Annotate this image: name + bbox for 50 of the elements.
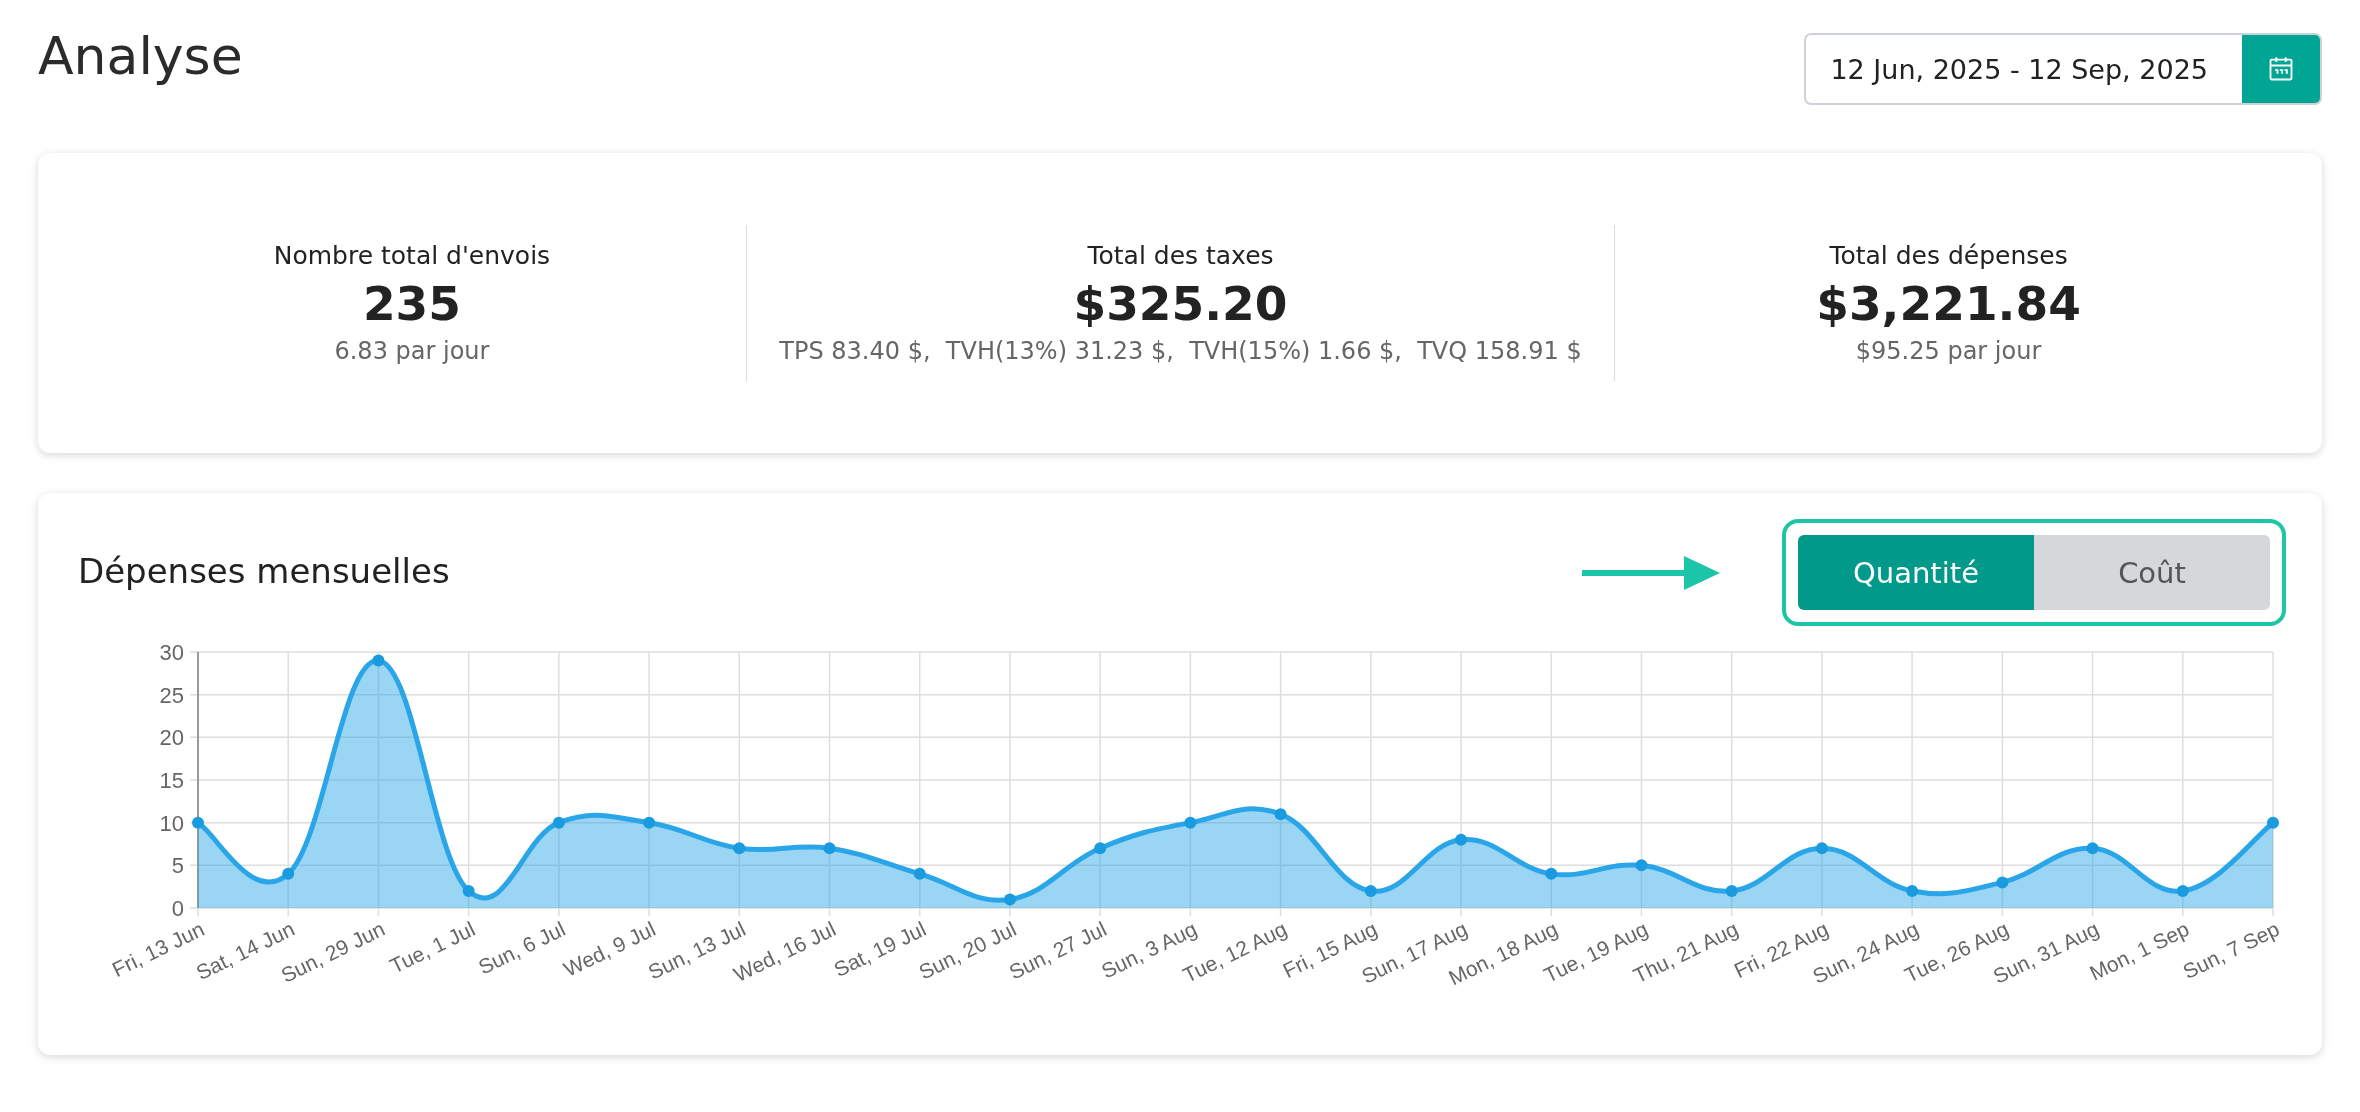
data-point <box>1364 884 1377 897</box>
data-point <box>2086 842 2099 855</box>
y-axis-label: 5 <box>171 853 184 879</box>
data-point <box>1274 808 1287 821</box>
toggle-button[interactable]: Coût <box>2034 535 2270 610</box>
y-axis-label: 30 <box>159 640 184 665</box>
x-axis-label: Tue, 1 Jul <box>386 916 479 978</box>
data-point <box>1545 867 1558 880</box>
calendar-button[interactable] <box>2242 35 2320 103</box>
y-axis-label: 20 <box>159 725 184 751</box>
stat-subtext: TPS 83.40 $, TVH(13%) 31.23 $, TVH(15%) 1.66 $, TVQ 158.91 $ <box>779 337 1582 365</box>
stat-subtext: $95.25 par jour <box>1855 337 2042 365</box>
data-point <box>1725 884 1738 897</box>
data-point <box>1094 842 1107 855</box>
data-point <box>462 884 475 897</box>
stat-value: $325.20 <box>1073 276 1288 331</box>
data-point <box>1455 833 1468 846</box>
y-axis-label: 15 <box>159 768 184 793</box>
data-point <box>2267 816 2279 829</box>
data-point <box>1815 842 1828 855</box>
stat-label: Total des dépenses <box>1829 241 2068 270</box>
toggle-button[interactable]: Quantité <box>1798 535 2034 610</box>
data-point <box>2176 884 2189 897</box>
calendar-icon <box>2267 55 2295 83</box>
stat-value: 235 <box>362 276 461 331</box>
data-point <box>1003 893 1016 906</box>
data-point <box>823 842 836 855</box>
y-axis-label: 0 <box>171 896 184 921</box>
data-point <box>733 842 746 855</box>
arrow-icon <box>1582 555 1720 590</box>
data-point <box>1996 876 2009 889</box>
data-point <box>552 816 565 829</box>
stat-label: Total des taxes <box>1087 241 1274 270</box>
data-point <box>372 654 385 667</box>
stat-value: $3,221.84 <box>1816 276 2081 331</box>
stat-subtext: 6.83 par jour <box>334 337 490 365</box>
page-title: Analyse <box>38 26 243 86</box>
y-axis-label: 10 <box>159 810 184 836</box>
data-point <box>192 816 204 829</box>
data-point <box>643 816 656 829</box>
data-point <box>1184 816 1197 829</box>
data-point <box>913 867 926 880</box>
date-range-value: 12 Jun, 2025 - 12 Sep, 2025 <box>1829 52 2209 87</box>
data-point <box>282 867 295 880</box>
data-point <box>1906 884 1919 897</box>
y-axis-label: 25 <box>159 682 184 708</box>
date-range-picker[interactable]: 12 Jun, 2025 - 12 Sep, 2025 <box>1804 33 2322 105</box>
data-point <box>1635 859 1648 872</box>
stat-label: Nombre total d'envois <box>273 241 551 270</box>
chart-title: Dépenses mensuelles <box>78 550 450 591</box>
